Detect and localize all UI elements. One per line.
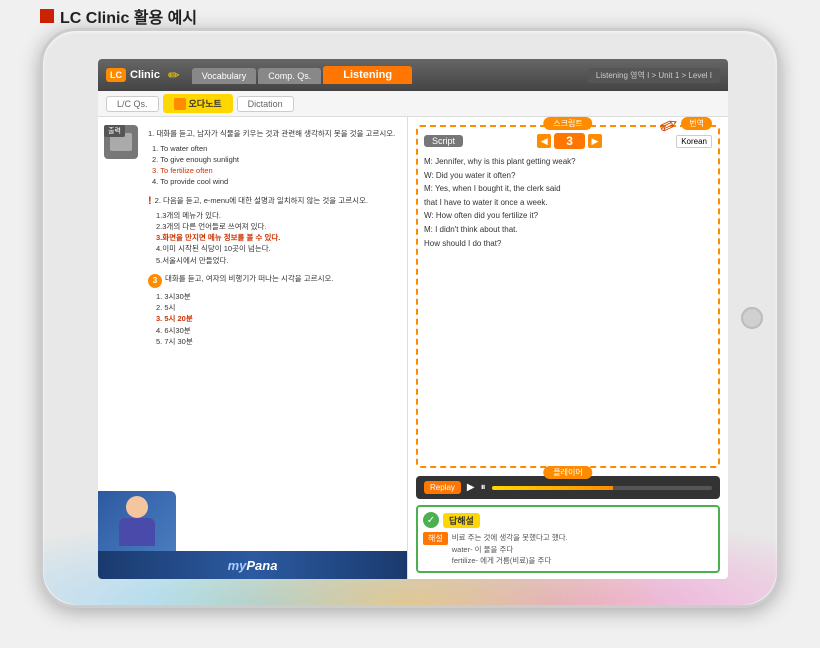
q3-opt5: 5. 7시 30분 bbox=[156, 336, 401, 347]
sub-tab-dictation[interactable]: Dictation bbox=[237, 96, 294, 112]
question-3: 3 대화를 듣고, 여자의 비행기가 떠나는 시각을 고르시오. 1. 3시30… bbox=[148, 274, 401, 347]
sub-tab-lc-qs[interactable]: L/C Qs. bbox=[106, 96, 159, 112]
sub-tabs: L/C Qs. 오다노트 Dictation bbox=[98, 91, 728, 117]
script-badge: 스크립트 bbox=[543, 117, 592, 130]
script-area: 스크립트 번역 Script ◀ 3 ▶ Korean bbox=[416, 125, 720, 468]
question-2: ! 2. 다음을 듣고, e-menu에 대한 설명과 일치하지 않는 것을 고… bbox=[148, 196, 401, 266]
mypana-text: myPana bbox=[228, 558, 278, 573]
clinic-label: Clinic bbox=[130, 69, 160, 81]
lang-select[interactable]: Korean bbox=[676, 135, 712, 148]
pencil-icon: ✏ bbox=[168, 67, 180, 84]
q3-options: 1. 3시30분 2. 5시 3. 5시 20분 4. 6시30분 5. 7시 … bbox=[148, 291, 401, 347]
right-panel: ✏ 스크립트 번역 Script ◀ 3 ▶ K bbox=[408, 117, 728, 579]
nav-tabs: Vocabulary Comp. Qs. Listening bbox=[192, 66, 412, 84]
translate-badge: 번역 bbox=[681, 117, 712, 130]
student-image bbox=[98, 491, 176, 551]
q3-num-circle: 3 bbox=[148, 274, 162, 288]
pause-icon[interactable]: ⏸ bbox=[481, 482, 486, 493]
heading-icon bbox=[40, 9, 54, 23]
q3-opt1: 1. 3시30분 bbox=[156, 291, 401, 302]
script-line-3: M: Yes, when I bought it, the clerk said bbox=[424, 182, 712, 196]
exp-line-3: fertilize- 에게 거름(비료)을 주다 bbox=[452, 555, 568, 566]
script-line-7: How should I do that? bbox=[424, 237, 712, 251]
tab-listening[interactable]: Listening bbox=[323, 66, 412, 84]
explanation-label: 해설 bbox=[423, 532, 448, 545]
q2-opt3[interactable]: 3.화면을 만지면 메뉴 정보를 볼 수 있다. bbox=[156, 232, 401, 243]
answer-badge: 답해설 bbox=[443, 513, 480, 528]
q1-options: 1. To water often 2. To give enough sunl… bbox=[148, 143, 401, 188]
question-1: 1. 대화를 듣고, 남자가 식물을 키우는 것과 관련해 생각하지 못을 것을… bbox=[148, 129, 401, 188]
odanote-label: 오다노트 bbox=[189, 97, 222, 110]
checkmark-icon: ✓ bbox=[423, 512, 439, 528]
progress-fill bbox=[492, 486, 613, 490]
output-badge: 출력 bbox=[104, 125, 125, 137]
page-heading-text: LC Clinic 활용 예시 bbox=[60, 4, 197, 28]
nav-number: 3 bbox=[554, 133, 585, 149]
script-line-4: that I have to water it once a week. bbox=[424, 196, 712, 210]
answer-area: ✓ 답해설 해설 비료 주는 것에 생각을 못했다고 했다. water- 이 … bbox=[416, 505, 720, 573]
q3-opt4: 4. 6시30분 bbox=[156, 325, 401, 336]
tab-vocabulary[interactable]: Vocabulary bbox=[192, 68, 257, 84]
q1-opt2: 2. To give enough sunlight bbox=[152, 154, 401, 165]
left-panel: 출력 1. 대화를 듣고, 남자가 식물을 키우는 것과 관련해 생각하지 못을… bbox=[98, 117, 408, 579]
progress-bar[interactable] bbox=[492, 486, 712, 490]
q2-opt5: 5.서울시에서 만들었다. bbox=[156, 255, 401, 266]
q1-opt3[interactable]: 3. To fertilize often bbox=[152, 165, 401, 176]
q2-opt1: 1.3개의 메뉴가 있다. bbox=[156, 210, 401, 221]
nav-prev-arrow[interactable]: ◀ bbox=[537, 134, 551, 148]
tab-comp-qs[interactable]: Comp. Qs. bbox=[258, 68, 321, 84]
warning-icon: ! bbox=[148, 196, 152, 207]
replay-button[interactable]: Replay bbox=[424, 481, 461, 494]
mypana-brand: myPana bbox=[98, 551, 407, 579]
app-header: LC Clinic ✏ Vocabulary Comp. Qs. Listeni… bbox=[98, 59, 728, 91]
q3-text: 대화를 듣고, 여자의 비행기가 떠나는 시각을 고르시오. bbox=[165, 274, 333, 285]
player-badge: 플레이어 bbox=[543, 466, 592, 479]
script-line-5: W: How often did you fertilize it? bbox=[424, 209, 712, 223]
main-content: 출력 1. 대화를 듣고, 남자가 식물을 키우는 것과 관련해 생각하지 못을… bbox=[98, 117, 728, 579]
q2-opt4: 4.이미 시작된 식당이 10곳이 넘는다. bbox=[156, 243, 401, 254]
exp-line-1: 비료 주는 것에 생각을 못했다고 했다. bbox=[452, 532, 568, 543]
tablet-frame: LC Clinic ✏ Vocabulary Comp. Qs. Listeni… bbox=[40, 28, 780, 608]
q2-text: 2. 다음을 듣고, e-menu에 대한 설명과 일치하지 않는 것을 고르시… bbox=[155, 196, 368, 207]
q3-opt3[interactable]: 3. 5시 20분 bbox=[156, 313, 401, 324]
lc-logo: LC bbox=[106, 68, 126, 82]
answer-header: ✓ 답해설 bbox=[423, 512, 713, 528]
explanation-text: 비료 주는 것에 생각을 못했다고 했다. water- 이 물을 주다 fer… bbox=[452, 532, 568, 566]
play-icon[interactable]: ▶ bbox=[467, 482, 475, 493]
odanote-icon bbox=[174, 98, 186, 110]
nav-controls: ◀ 3 ▶ bbox=[537, 133, 602, 149]
q2-opt2: 2.3개의 다른 언어들로 쓰여져 있다. bbox=[156, 221, 401, 232]
script-line-6: M: I didn't think about that. bbox=[424, 223, 712, 237]
script-line-1: M: Jennifer, why is this plant getting w… bbox=[424, 155, 712, 169]
q3-opt2: 2. 5시 bbox=[156, 302, 401, 313]
app-screen: LC Clinic ✏ Vocabulary Comp. Qs. Listeni… bbox=[98, 59, 728, 579]
page-heading: LC Clinic 활용 예시 bbox=[40, 4, 197, 28]
script-text: M: Jennifer, why is this plant getting w… bbox=[424, 155, 712, 250]
left-questions: 1. 대화를 듣고, 남자가 식물을 키우는 것과 관련해 생각하지 못을 것을… bbox=[104, 123, 401, 347]
q1-text: 1. 대화를 듣고, 남자가 식물을 키우는 것과 관련해 생각하지 못을 것을… bbox=[148, 129, 401, 140]
breadcrumb: Listening 영역 I > Unit 1 > Level I bbox=[588, 68, 720, 83]
player-bar: Replay ▶ ⏸ bbox=[416, 476, 720, 499]
q2-options: 1.3개의 메뉴가 있다. 2.3개의 다른 언어들로 쓰여져 있다. 3.화면… bbox=[148, 210, 401, 266]
player-area: 플레이어 Replay ▶ ⏸ bbox=[416, 476, 720, 499]
sub-tab-odanote[interactable]: 오다노트 bbox=[163, 94, 233, 113]
script-label: Script bbox=[424, 135, 463, 147]
exp-line-2: water- 이 물을 주다 bbox=[452, 544, 568, 555]
script-line-2: W: Did you water it often? bbox=[424, 169, 712, 183]
home-button[interactable] bbox=[741, 307, 763, 329]
nav-next-arrow[interactable]: ▶ bbox=[588, 134, 602, 148]
q1-opt1: 1. To water often bbox=[152, 143, 401, 154]
q1-opt4: 4. To provide cool wind bbox=[152, 176, 401, 187]
